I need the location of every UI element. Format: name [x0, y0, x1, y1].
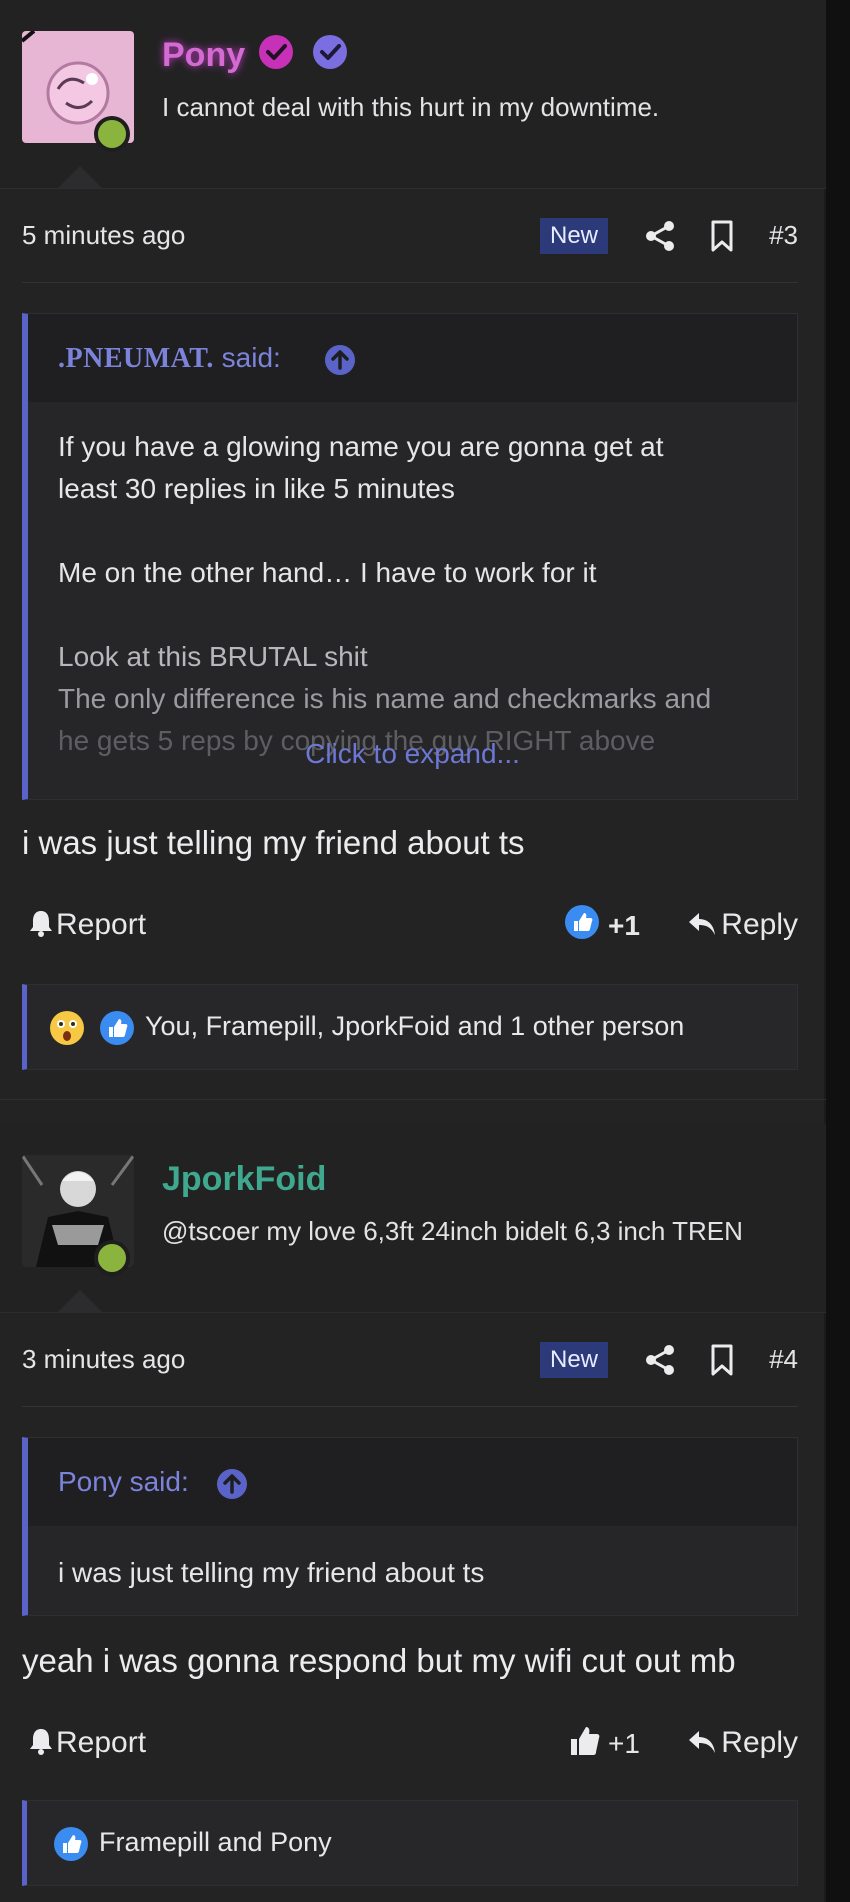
quote-attribution[interactable]: Pony said: — [58, 1466, 189, 1498]
reactions-bar[interactable]: You, Framepill, JporkFoid and 1 other pe… — [22, 984, 798, 1070]
quote-header: .PNEUMAT. said: — [28, 314, 797, 402]
online-status-indicator — [94, 116, 130, 152]
post-message: i was just telling my friend about ts — [22, 824, 525, 861]
post-meta: 3 minutes ago New #4 — [22, 1330, 798, 1390]
quote-attribution[interactable]: .PNEUMAT. said: — [58, 342, 281, 375]
quote-author[interactable]: Pony — [58, 1466, 122, 1497]
user-status: @tscoer my love 6,3ft 24inch bidelt 6,3 … — [162, 1216, 743, 1246]
post-time[interactable]: 5 minutes ago — [22, 220, 185, 251]
post-actions: Report +1 Reply — [22, 1718, 798, 1768]
post-separator — [0, 1099, 826, 1100]
report-label: Report — [56, 908, 147, 941]
new-badge: New — [540, 1342, 609, 1378]
quote-block: Pony said: i was just telling my friend … — [22, 1437, 798, 1616]
report-button[interactable]: Report — [28, 908, 146, 942]
quote-said-label: said: — [121, 1466, 189, 1497]
reactions-list[interactable]: Framepill and Pony — [99, 1827, 332, 1858]
surprised-face-icon — [49, 1010, 85, 1046]
bookmark-icon[interactable] — [704, 218, 740, 254]
header-pointer — [58, 166, 102, 188]
thumbs-up-icon — [99, 1010, 135, 1046]
thumbs-up-icon — [53, 1826, 89, 1862]
online-status-indicator — [94, 1240, 130, 1276]
bell-icon — [28, 909, 54, 937]
quote-content: If you have a glowing name you are gonna… — [58, 426, 771, 762]
report-label: Report — [56, 1726, 147, 1759]
post-number[interactable]: #3 — [769, 220, 798, 251]
reply-label: Reply — [721, 1726, 798, 1759]
click-to-expand-link[interactable]: Click to expand... — [28, 738, 797, 770]
reply-arrow-icon — [687, 1729, 717, 1755]
reply-button[interactable]: Reply — [687, 1726, 798, 1760]
reply-arrow-icon — [687, 911, 717, 937]
post-actions: Report +1 Reply — [22, 900, 798, 950]
post-meta: 5 minutes ago New #3 — [22, 206, 798, 266]
header-pointer — [58, 1290, 102, 1312]
bell-icon — [28, 1727, 54, 1755]
go-to-quote-icon[interactable] — [324, 344, 356, 376]
quote-said-label: said: — [213, 342, 281, 373]
username[interactable]: JporkFoid — [162, 1160, 326, 1199]
new-badge: New — [540, 218, 609, 254]
go-to-quote-icon[interactable] — [216, 1468, 248, 1500]
report-button[interactable]: Report — [28, 1726, 146, 1760]
quote-line: Look at this BRUTAL shit — [58, 641, 368, 672]
post-header: JporkFoid @tscoer my love 6,3ft 24inch b… — [0, 1124, 826, 1313]
quote-line: i was just telling my friend about ts — [58, 1557, 485, 1588]
username[interactable]: Pony — [162, 36, 245, 75]
like-icon[interactable] — [568, 1724, 602, 1758]
post-header: Pony I cannot deal with this hurt in my … — [0, 0, 826, 189]
reactions-bar[interactable]: Framepill and Pony — [22, 1800, 798, 1886]
quote-content: i was just telling my friend about ts — [58, 1552, 771, 1594]
share-icon[interactable] — [642, 218, 678, 254]
share-icon[interactable] — [642, 1342, 678, 1378]
scrollbar[interactable] — [826, 0, 850, 1902]
divider — [22, 1406, 798, 1407]
quote-author[interactable]: .PNEUMAT. — [58, 343, 214, 374]
quote-header: Pony said: — [28, 1438, 797, 1526]
quote-line: If you have a glowing name you are gonna… — [58, 431, 664, 462]
quote-line: least 30 replies in like 5 minutes — [58, 473, 455, 504]
user-status: I cannot deal with this hurt in my downt… — [162, 92, 660, 122]
reactions-list[interactable]: You, Framepill, JporkFoid and 1 other pe… — [145, 1011, 684, 1042]
post-number[interactable]: #4 — [769, 1344, 798, 1375]
bookmark-icon[interactable] — [704, 1342, 740, 1378]
quote-line: Me on the other hand… I have to work for… — [58, 557, 597, 588]
verified-purple-icon — [312, 34, 348, 70]
quote-line: The only difference is his name and chec… — [58, 683, 712, 714]
reply-button[interactable]: Reply — [687, 908, 798, 942]
like-icon[interactable] — [564, 904, 600, 940]
like-count[interactable]: +1 — [608, 910, 640, 942]
reply-label: Reply — [721, 908, 798, 941]
quote-block: .PNEUMAT. said: If you have a glowing na… — [22, 313, 798, 800]
verified-pink-icon — [258, 34, 294, 70]
post-time[interactable]: 3 minutes ago — [22, 1344, 185, 1375]
like-count[interactable]: +1 — [608, 1728, 640, 1760]
post-message: yeah i was gonna respond but my wifi cut… — [22, 1642, 736, 1679]
divider — [22, 282, 798, 283]
